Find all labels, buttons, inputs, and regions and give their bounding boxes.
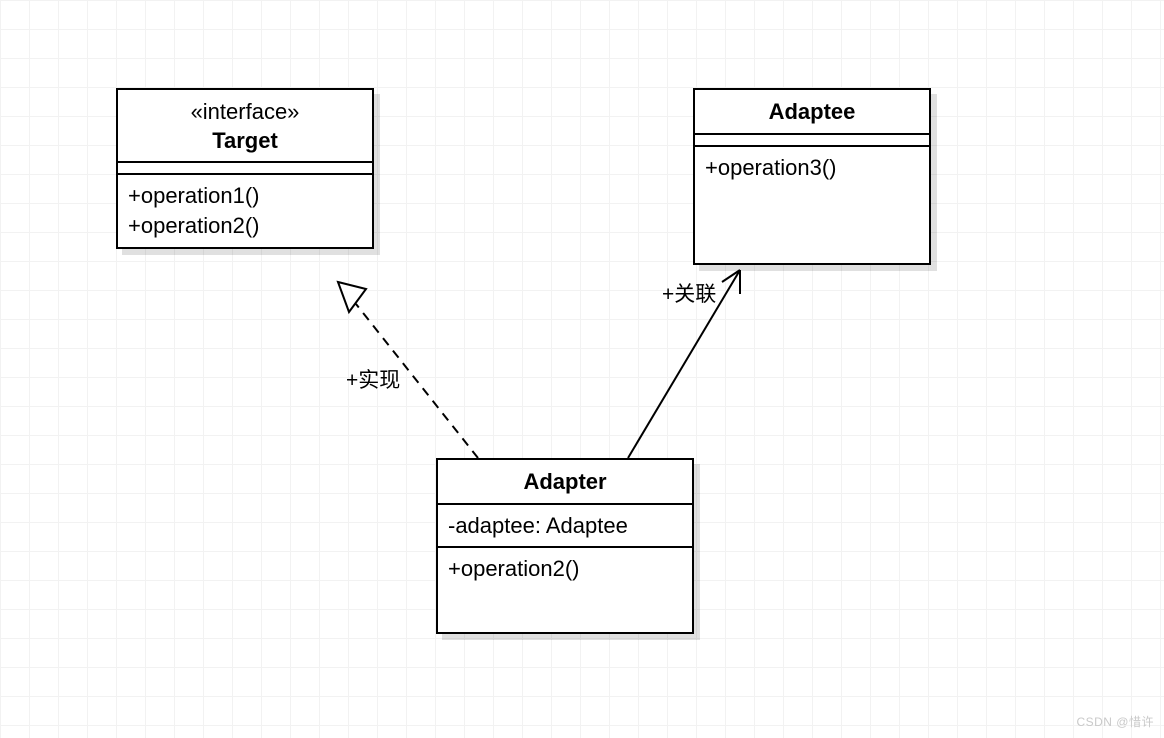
uml-methods-section: +operation3(): [695, 147, 929, 252]
uml-class-adaptee[interactable]: Adaptee +operation3(): [693, 88, 931, 265]
uml-attributes-section: [695, 135, 929, 147]
edge-label-realize: +实现: [346, 364, 400, 394]
stereotype-label: «interface»: [128, 98, 362, 127]
uml-attribute: -adaptee: Adaptee: [448, 511, 682, 541]
uml-methods-section: +operation1() +operation2(): [118, 175, 372, 246]
uml-methods-section: +operation2(): [438, 548, 692, 620]
uml-title: Adapter: [438, 460, 692, 505]
edge-label-assoc: +关联: [662, 278, 716, 308]
uml-title: «interface» Target: [118, 90, 372, 163]
uml-method: +operation2(): [128, 211, 362, 241]
uml-attributes-section: -adaptee: Adaptee: [438, 505, 692, 549]
uml-method: +operation3(): [705, 153, 919, 183]
uml-method: +operation2(): [448, 554, 682, 584]
uml-method: +operation1(): [128, 181, 362, 211]
class-name: Adapter: [448, 468, 682, 497]
class-name: Adaptee: [705, 98, 919, 127]
uml-attributes-section: [118, 163, 372, 175]
class-name: Target: [128, 127, 362, 156]
uml-class-target[interactable]: «interface» Target +operation1() +operat…: [116, 88, 374, 249]
uml-class-adapter[interactable]: Adapter -adaptee: Adaptee +operation2(): [436, 458, 694, 634]
uml-title: Adaptee: [695, 90, 929, 135]
watermark: CSDN @惜许: [1076, 713, 1154, 730]
